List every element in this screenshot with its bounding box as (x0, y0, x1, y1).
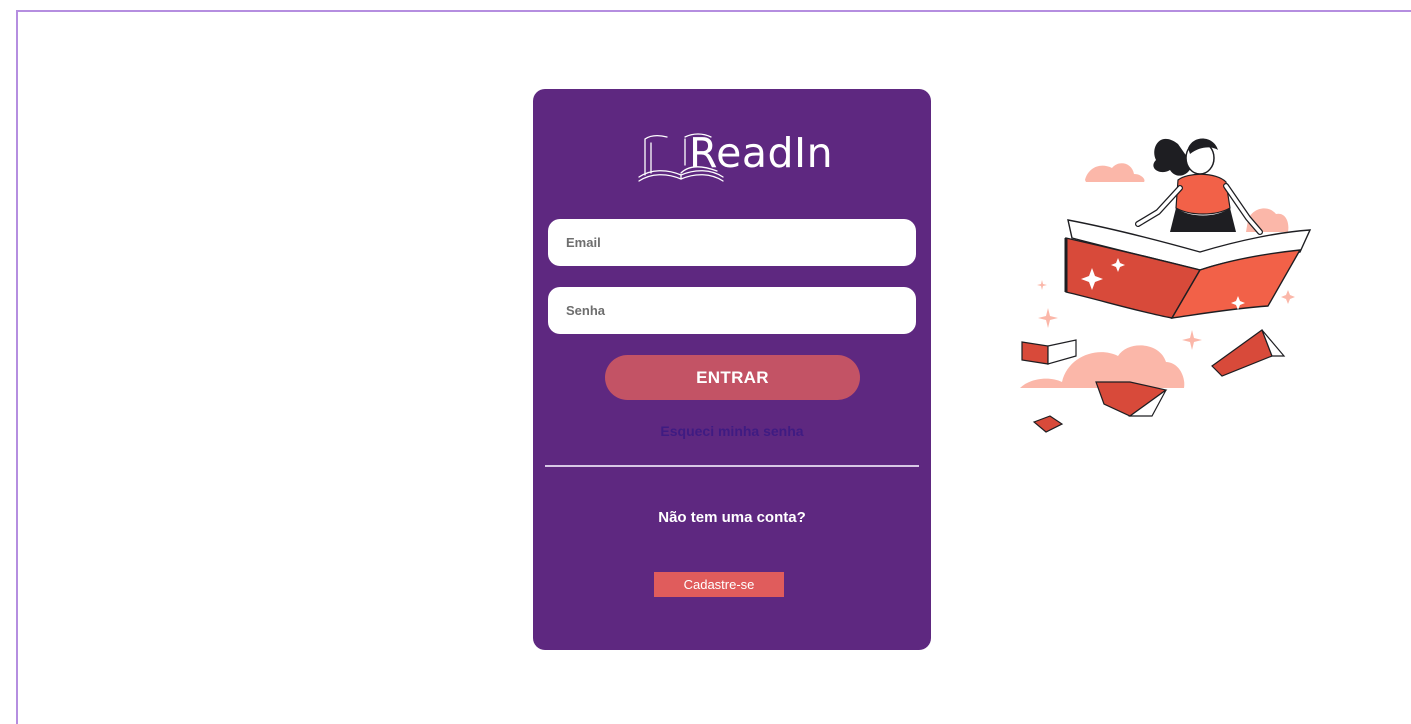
divider (545, 465, 919, 467)
logo-text: ReadIn (689, 129, 834, 177)
small-book-right (1211, 329, 1286, 377)
small-book-left (1021, 339, 1077, 365)
cloud-shape (1085, 163, 1145, 182)
sparkle-icon (1182, 330, 1202, 350)
sparkle-icon (1038, 308, 1058, 328)
signup-button[interactable]: Cadastre-se (654, 572, 784, 597)
password-input[interactable] (548, 287, 916, 334)
sparkle-icon (1281, 290, 1295, 304)
email-input[interactable] (548, 219, 916, 266)
app-logo: ReadIn (637, 123, 837, 185)
small-book-middle (1095, 381, 1168, 417)
no-account-text: Não tem uma conta? (658, 509, 806, 526)
reading-illustration (1000, 120, 1320, 450)
woman-figure (1135, 138, 1263, 235)
login-card: ReadIn ENTRAR Esqueci minha senha Não te… (533, 89, 931, 650)
small-book-bottom (1032, 415, 1064, 433)
forgot-password-link[interactable]: Esqueci minha senha (533, 423, 931, 439)
login-button[interactable]: ENTRAR (605, 355, 860, 400)
sparkle-icon (1037, 280, 1047, 290)
big-open-book (1064, 219, 1312, 319)
